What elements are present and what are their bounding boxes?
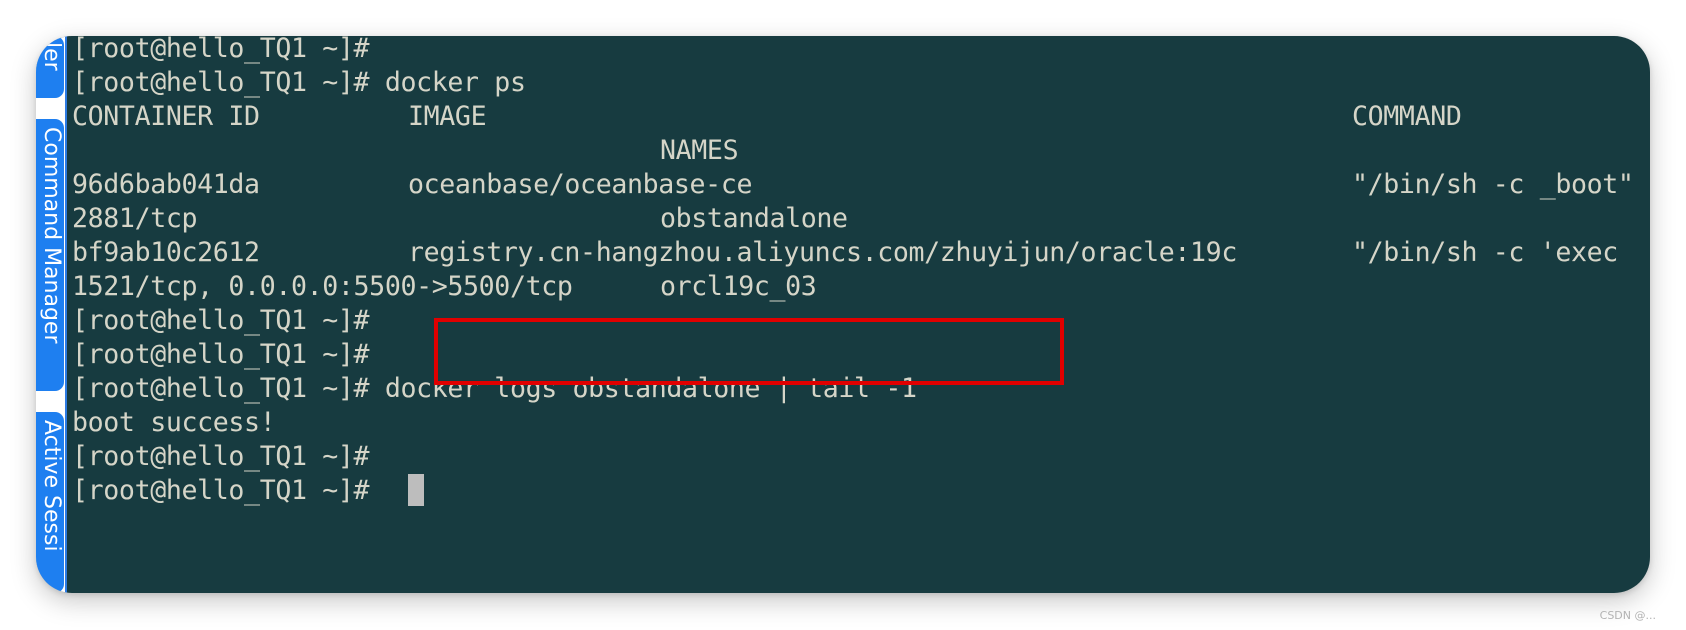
terminal-line: [root@hello_TQ1 ~]# [72,475,385,506]
terminal-line: [root@hello_TQ1 ~]# [72,305,370,336]
terminal-cursor[interactable] [408,474,424,506]
side-tab-label: Active Sessi [39,420,64,552]
ps-row-command: "/bin/sh -c 'exec [1352,237,1618,268]
side-tab-label: Command Manager [39,127,64,344]
side-divider [65,36,67,593]
terminal-output[interactable]: [root@hello_TQ1 ~]# [root@hello_TQ1 ~]# … [72,36,1650,593]
terminal-line: [root@hello_TQ1 ~]# docker ps [72,67,526,98]
side-tab-active-sessions[interactable]: Active Sessi [36,412,64,593]
terminal-window: ler Command Manager Active Sessi [root@h… [36,36,1650,593]
side-tab-partial[interactable]: ler [36,36,64,98]
ps-row-command: "/bin/sh -c _boot" [1352,169,1634,200]
ps-row-container-id: bf9ab10c2612 [72,237,260,268]
ps-row-image: oceanbase/oceanbase-ce [408,169,753,200]
ps-header-container-id: CONTAINER ID [72,101,260,132]
ps-header-names: NAMES [660,135,739,166]
ps-header-command: COMMAND [1352,101,1462,132]
watermark: CSDN @... [1599,609,1656,622]
side-panel: ler Command Manager Active Sessi [36,36,66,593]
ps-row-ports: 2881/tcp [72,203,198,234]
ps-row-names: obstandalone [660,203,848,234]
ps-row-ports: 1521/tcp, 0.0.0.0:5500->5500/tcp [72,271,573,302]
ps-row-image: registry.cn-hangzhou.aliyuncs.com/zhuyij… [408,237,1237,268]
ps-row-container-id: 96d6bab041da [72,169,260,200]
highlight-box [434,318,1064,385]
side-tab-command-manager[interactable]: Command Manager [36,119,64,391]
terminal-line: [root@hello_TQ1 ~]# [72,339,370,370]
terminal-line: [root@hello_TQ1 ~]# [72,36,370,64]
terminal-line: boot success! [72,407,276,438]
ps-header-image: IMAGE [408,101,487,132]
ps-row-names: orcl19c_03 [660,271,817,302]
terminal-line: [root@hello_TQ1 ~]# [72,441,370,472]
side-tab-label: ler [39,42,64,71]
